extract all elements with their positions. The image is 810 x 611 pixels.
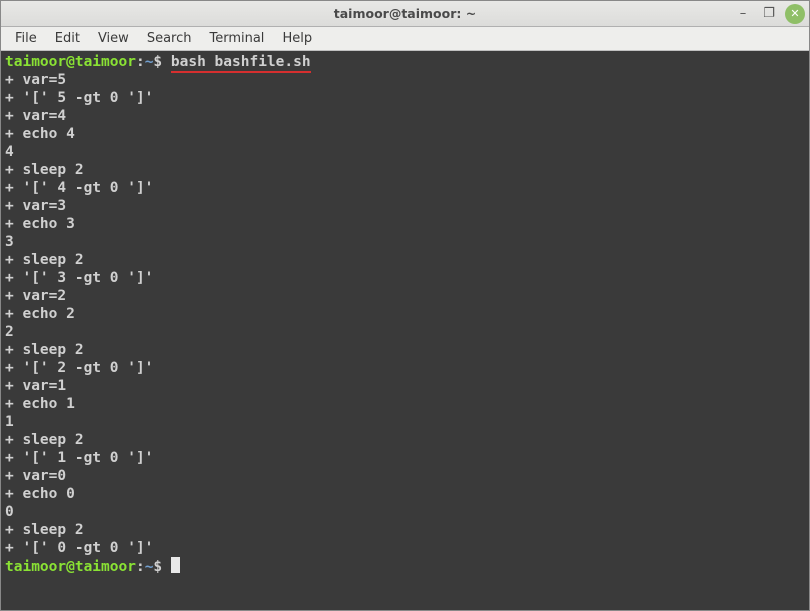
- prompt-user-host: taimoor@taimoor: [5, 54, 136, 70]
- output-line: + var=1: [5, 378, 66, 394]
- titlebar[interactable]: taimoor@taimoor: ~ – ❐ ✕: [1, 1, 809, 27]
- menu-terminal[interactable]: Terminal: [201, 29, 272, 48]
- output-line: + var=2: [5, 288, 66, 304]
- output-line: + sleep 2: [5, 432, 84, 448]
- maximize-button[interactable]: ❐: [759, 4, 779, 24]
- menu-file[interactable]: File: [7, 29, 45, 48]
- output-line: + echo 2: [5, 306, 75, 322]
- output-line: + '[' 2 -gt 0 ']': [5, 360, 153, 376]
- output-line: + var=5: [5, 72, 66, 88]
- output-line: 0: [5, 504, 14, 520]
- window-title: taimoor@taimoor: ~: [1, 6, 809, 21]
- menu-help[interactable]: Help: [274, 29, 320, 48]
- output-line: + echo 0: [5, 486, 75, 502]
- output-line: + '[' 5 -gt 0 ']': [5, 90, 153, 106]
- output-line: + var=3: [5, 198, 66, 214]
- prompt-user-host: taimoor@taimoor: [5, 559, 136, 575]
- prompt-colon: :: [136, 54, 145, 70]
- terminal-window: taimoor@taimoor: ~ – ❐ ✕ File Edit View …: [0, 0, 810, 611]
- output-line: + '[' 0 -gt 0 ']': [5, 540, 153, 556]
- output-line: + '[' 1 -gt 0 ']': [5, 450, 153, 466]
- output-line: + '[' 4 -gt 0 ']': [5, 180, 153, 196]
- prompt-dollar: $: [153, 559, 162, 575]
- output-line: 3: [5, 234, 14, 250]
- window-controls: – ❐ ✕: [733, 1, 805, 26]
- output-line: + sleep 2: [5, 342, 84, 358]
- menu-edit[interactable]: Edit: [47, 29, 88, 48]
- output-line: + var=0: [5, 468, 66, 484]
- menubar: File Edit View Search Terminal Help: [1, 27, 809, 51]
- output-line: + echo 3: [5, 216, 75, 232]
- prompt-colon: :: [136, 559, 145, 575]
- output-line: 4: [5, 144, 14, 160]
- output-line: + echo 4: [5, 126, 75, 142]
- output-line: + var=4: [5, 108, 66, 124]
- menu-search[interactable]: Search: [139, 29, 200, 48]
- command-text: bash bashfile.sh: [171, 54, 311, 73]
- prompt-dollar: $: [153, 54, 162, 70]
- output-line: 1: [5, 414, 14, 430]
- output-line: + sleep 2: [5, 522, 84, 538]
- output-line: + '[' 3 -gt 0 ']': [5, 270, 153, 286]
- minimize-button[interactable]: –: [733, 4, 753, 24]
- output-line: + sleep 2: [5, 252, 84, 268]
- terminal-output-area[interactable]: taimoor@taimoor:~$ bash bashfile.sh + va…: [1, 51, 809, 610]
- cursor-icon: [171, 557, 180, 573]
- close-button[interactable]: ✕: [785, 4, 805, 24]
- output-line: + sleep 2: [5, 162, 84, 178]
- menu-view[interactable]: View: [90, 29, 137, 48]
- output-line: + echo 1: [5, 396, 75, 412]
- output-line: 2: [5, 324, 14, 340]
